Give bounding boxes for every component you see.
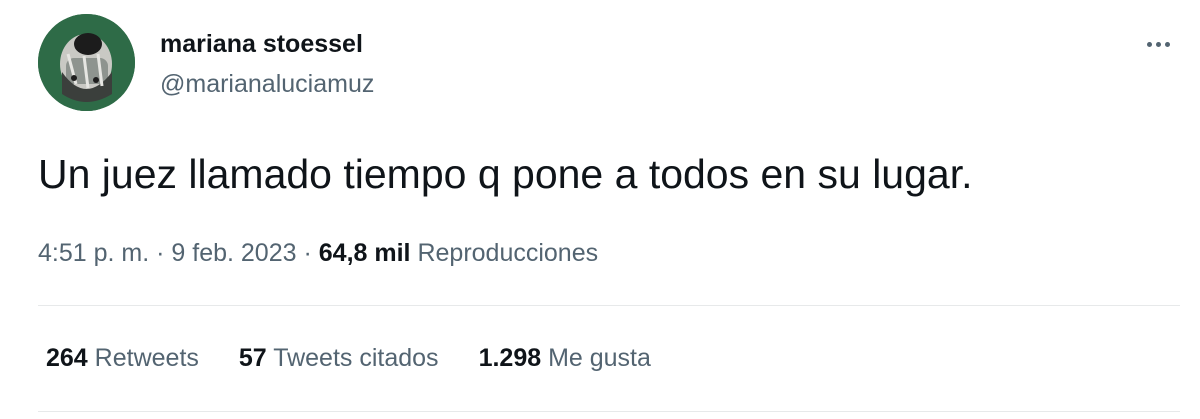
tweet-date[interactable]: 9 feb. 2023: [171, 239, 296, 267]
more-horizontal-icon[interactable]: [1138, 34, 1178, 54]
divider: [38, 305, 1180, 306]
views-count: 64,8 mil: [318, 239, 411, 267]
quotes-stat[interactable]: 57 Tweets citados: [239, 341, 439, 375]
tweet-card: mariana stoessel @marianaluciamuz Un jue…: [0, 0, 1200, 419]
likes-count: 1.298: [478, 344, 542, 372]
more-dot: [1146, 41, 1152, 47]
retweets-label: Retweets: [94, 344, 199, 372]
retweets-count: 264: [46, 344, 88, 372]
tweet-time[interactable]: 4:51 p. m.: [38, 239, 149, 267]
tweet-meta: 4:51 p. m. · 9 feb. 2023 · 64,8 mil Repr…: [38, 236, 598, 270]
display-name[interactable]: mariana stoessel: [160, 28, 374, 60]
avatar-image: [38, 14, 135, 111]
more-dot: [1155, 41, 1161, 47]
meta-separator: ·: [156, 239, 165, 267]
tweet-text: Un juez llamado tiempo q pone a todos en…: [38, 151, 973, 197]
avatar[interactable]: [38, 14, 135, 111]
more-dot: [1164, 41, 1170, 47]
tweet-header: mariana stoessel @marianaluciamuz: [38, 14, 1200, 114]
user-handle[interactable]: @marianaluciamuz: [160, 68, 374, 100]
divider: [38, 411, 1180, 412]
retweets-stat[interactable]: 264 Retweets: [46, 341, 199, 375]
quotes-label: Tweets citados: [273, 344, 439, 372]
user-names: mariana stoessel @marianaluciamuz: [160, 28, 374, 100]
likes-label: Me gusta: [548, 344, 651, 372]
likes-stat[interactable]: 1.298 Me gusta: [479, 341, 651, 375]
tweet-stats: 264 Retweets 57 Tweets citados 1.298 Me …: [46, 341, 651, 375]
views-label: Reproducciones: [417, 239, 599, 267]
meta-separator: ·: [303, 239, 312, 267]
quotes-count: 57: [238, 344, 267, 372]
